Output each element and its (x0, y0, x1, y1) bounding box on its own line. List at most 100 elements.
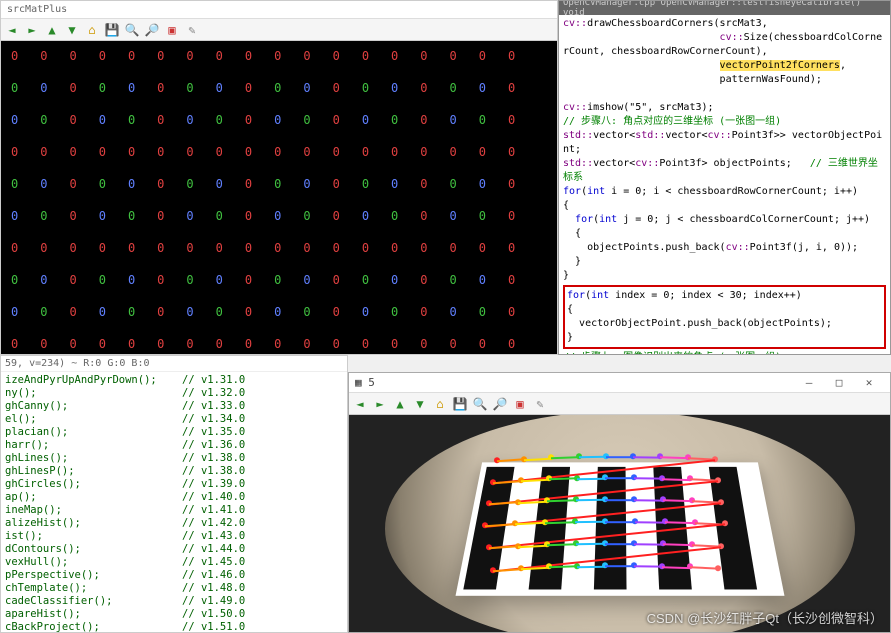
func-line[interactable]: ghCircles(); // v1.39.0 (5, 478, 343, 491)
zero-cell: 0 (303, 273, 310, 287)
maximize-icon[interactable]: □ (824, 376, 854, 389)
func-line[interactable]: cadeClassifier(); // v1.49.0 (5, 595, 343, 608)
func-line[interactable]: alizeHist(); // v1.42.0 (5, 517, 343, 530)
func-line[interactable]: pPerspective(); // v1.46.0 (5, 569, 343, 582)
region-icon[interactable]: ▣ (165, 23, 179, 37)
zero-cell: 0 (303, 145, 310, 159)
zero-cell: 0 (40, 177, 47, 191)
zero-cell: 0 (303, 81, 310, 95)
func-line[interactable]: placian(); // v1.35.0 (5, 426, 343, 439)
func-line[interactable]: chTemplate(); // v1.48.0 (5, 582, 343, 595)
func-line[interactable]: ghCanny(); // v1.33.0 (5, 400, 343, 413)
zero-cell: 0 (245, 145, 252, 159)
zeros-title: srcMatPlus (7, 4, 67, 15)
back-icon[interactable]: ◄ (353, 397, 367, 411)
func-line[interactable]: ghLinesP(); // v1.38.0 (5, 465, 343, 478)
zero-cell: 0 (274, 241, 281, 255)
forward-icon[interactable]: ► (25, 23, 39, 37)
func-line[interactable]: harr(); // v1.36.0 (5, 439, 343, 452)
zero-cell: 0 (420, 113, 427, 127)
zero-cell: 0 (362, 177, 369, 191)
zero-cell: 0 (420, 49, 427, 63)
image-toolbar: ◄ ► ▲ ▼ ⌂ 💾 🔍 🔎 ▣ ✎ (349, 393, 890, 415)
image-titlebar[interactable]: ▦ 5 — □ ✕ (349, 373, 890, 393)
func-line[interactable]: cBackProject(); // v1.51.0 (5, 621, 343, 633)
zero-cell: 0 (508, 177, 515, 191)
close-icon[interactable]: ✕ (854, 376, 884, 389)
up-icon[interactable]: ▲ (393, 397, 407, 411)
corner-line (493, 568, 521, 572)
zero-cell: 0 (157, 305, 164, 319)
zero-cell: 0 (11, 49, 18, 63)
zero-cell: 0 (391, 145, 398, 159)
fisheye-circle (385, 415, 855, 632)
func-line[interactable]: ap(); // v1.40.0 (5, 491, 343, 504)
zero-cell: 0 (128, 209, 135, 223)
func-line[interactable]: ist(); // v1.43.0 (5, 530, 343, 543)
zero-cell: 0 (333, 273, 340, 287)
func-line[interactable]: ghLines(); // v1.38.0 (5, 452, 343, 465)
zero-cell: 0 (186, 49, 193, 63)
window-code: OpenCVManager.cpp OpenCVManager::testfis… (558, 0, 891, 355)
zero-cell: 0 (216, 209, 223, 223)
zoom-out-icon[interactable]: 🔎 (145, 23, 159, 37)
zero-cell: 0 (99, 113, 106, 127)
window-functions: 59, v=234) ~ R:0 G:0 B:0 izeAndPyrUpAndP… (0, 355, 348, 633)
up-icon[interactable]: ▲ (45, 23, 59, 37)
zero-cell: 0 (303, 305, 310, 319)
zero-cell: 0 (128, 337, 135, 351)
zero-cell: 0 (69, 209, 76, 223)
zero-cell: 0 (450, 209, 457, 223)
zoom-out-icon[interactable]: 🔎 (493, 397, 507, 411)
func-line[interactable]: izeAndPyrUpAndPyrDown(); // v1.31.0 (5, 374, 343, 387)
zero-cell: 0 (216, 337, 223, 351)
wand-icon[interactable]: ✎ (185, 23, 199, 37)
code-tab[interactable]: OpenCVManager.cpp OpenCVManager::testfis… (559, 1, 890, 15)
down-icon[interactable]: ▼ (65, 23, 79, 37)
region-icon[interactable]: ▣ (513, 397, 527, 411)
funcs-list[interactable]: izeAndPyrUpAndPyrDown(); // v1.31.0ny();… (1, 372, 347, 633)
zeros-titlebar[interactable]: srcMatPlus (1, 1, 557, 19)
func-line[interactable]: ny(); // v1.32.0 (5, 387, 343, 400)
func-line[interactable]: ineMap(); // v1.41.0 (5, 504, 343, 517)
code-mid-block: // 步骤九: 图像识别出来的角点 (一张图一组) std::vector<st… (563, 351, 886, 355)
zero-cell: 0 (450, 49, 457, 63)
zero-cell: 0 (245, 337, 252, 351)
zero-cell: 0 (40, 113, 47, 127)
zero-cell: 0 (69, 273, 76, 287)
corner-line (574, 521, 604, 523)
corner-line (549, 566, 577, 569)
corner-line (493, 480, 521, 484)
zero-cell: 0 (11, 81, 18, 95)
corner-line (634, 565, 662, 567)
zero-cell: 0 (99, 145, 106, 159)
zero-cell: 0 (157, 337, 164, 351)
func-line[interactable]: vexHull(); // v1.45.0 (5, 556, 343, 569)
func-line[interactable]: apareHist(); // v1.50.0 (5, 608, 343, 621)
zero-cell: 0 (186, 177, 193, 191)
home-icon[interactable]: ⌂ (433, 397, 447, 411)
zero-cell: 0 (99, 273, 106, 287)
save-icon[interactable]: 💾 (453, 397, 467, 411)
wand-icon[interactable]: ✎ (533, 397, 547, 411)
home-icon[interactable]: ⌂ (85, 23, 99, 37)
func-line[interactable]: el(); // v1.34.0 (5, 413, 343, 426)
zoom-in-icon[interactable]: 🔍 (473, 397, 487, 411)
corner-line (549, 478, 577, 481)
zero-cell: 0 (40, 305, 47, 319)
zero-cell: 0 (99, 81, 106, 95)
code-body[interactable]: cv::drawChessboardCorners(srcMat3, cv::S… (559, 15, 890, 355)
zero-cell: 0 (303, 177, 310, 191)
down-icon[interactable]: ▼ (413, 397, 427, 411)
save-icon[interactable]: 💾 (105, 23, 119, 37)
func-line[interactable]: dContours(); // v1.44.0 (5, 543, 343, 556)
back-icon[interactable]: ◄ (5, 23, 19, 37)
zero-cell: 0 (186, 209, 193, 223)
minimize-icon[interactable]: — (794, 376, 824, 389)
zero-cell: 0 (450, 177, 457, 191)
corner-line (544, 521, 574, 524)
zoom-in-icon[interactable]: 🔍 (125, 23, 139, 37)
zero-cell: 0 (362, 273, 369, 287)
forward-icon[interactable]: ► (373, 397, 387, 411)
zero-cell: 0 (303, 113, 310, 127)
